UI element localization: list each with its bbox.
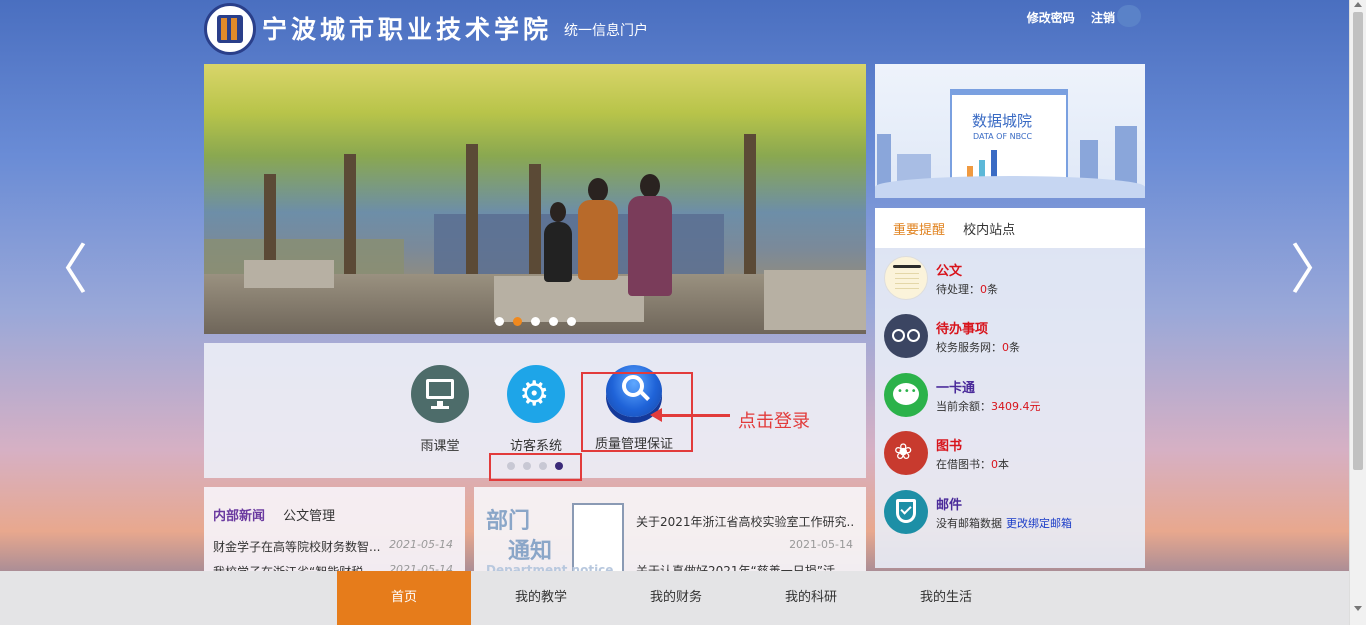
nav-my-teaching[interactable]: 我的教学: [474, 571, 608, 625]
reminder-title: 图书: [936, 439, 963, 454]
reminder-desc: 待处理：0条: [936, 283, 998, 296]
app-label: 雨课堂: [420, 439, 460, 454]
banner-tree: [744, 134, 756, 284]
page-scrollbar[interactable]: [1349, 0, 1366, 625]
department-notice-image[interactable]: 部门 通知 Department notice: [484, 501, 624, 577]
change-email-link[interactable]: 更改绑定邮箱: [1006, 517, 1072, 530]
top-links: 修改密码 注销: [1015, 9, 1115, 26]
pagination-dot[interactable]: [539, 462, 547, 470]
reminder-campus-card[interactable]: 一卡通 当前余额：3409.4元: [884, 373, 1139, 419]
app-rain-classroom[interactable]: 雨课堂: [390, 365, 490, 454]
header: 宁波城市职业技术学院 统一信息门户 修改密码 注销: [204, 0, 1145, 58]
banner-bench: [244, 260, 334, 288]
news-item[interactable]: 财金学子在高等院校财务数智... 2021-05-14: [213, 538, 453, 555]
bottom-nav: 首页 我的教学 我的财务 我的科研 我的生活: [0, 571, 1349, 625]
notice-date: 2021-05-14: [789, 538, 853, 551]
portal-title: 统一信息门户: [564, 23, 648, 39]
pagination-dot[interactable]: [549, 317, 558, 326]
monitor-icon: [411, 365, 469, 423]
banner-pagination: [495, 315, 585, 329]
department-notice-box: 部门 通知 Department notice 关于2021年浙江省高校实验室工…: [474, 487, 866, 577]
data-banner-title: 数据城院: [972, 112, 1033, 130]
reminder-title: 一卡通: [936, 381, 976, 396]
next-arrow-icon[interactable]: 〉: [1290, 240, 1344, 300]
banner-tree: [344, 154, 356, 274]
reminder-title: 邮件: [936, 498, 963, 513]
apps-pagination: [507, 459, 571, 473]
reminder-desc: 校务服务网：0条: [936, 341, 1020, 354]
owl-icon: [884, 314, 928, 358]
user-avatar[interactable]: [1117, 5, 1141, 27]
reminder-title: 公文: [936, 264, 963, 279]
document-icon: [884, 256, 928, 300]
pagination-dot[interactable]: [513, 317, 522, 326]
pagination-dot[interactable]: [531, 317, 540, 326]
notice-image-text: 部门: [486, 509, 531, 534]
reminder-library[interactable]: ❀ 图书 在借图书：0本: [884, 431, 1139, 477]
reminder-documents[interactable]: 公文 待处理：0条: [884, 256, 1139, 302]
nav-my-life[interactable]: 我的生活: [879, 571, 1013, 625]
nav-my-finance[interactable]: 我的财务: [609, 571, 743, 625]
notice-item[interactable]: 关于2021年浙江省高校实验室工作研究...: [636, 513, 854, 530]
tab-campus-sites[interactable]: 校内站点: [963, 223, 1015, 238]
reminder-mail[interactable]: 邮件 没有邮箱数据 更改绑定邮箱: [884, 490, 1139, 536]
banner-person: [628, 196, 672, 296]
library-icon: ❀: [884, 431, 928, 475]
banner-person: [544, 222, 572, 282]
notice-image-text: 通知: [508, 539, 553, 564]
shield-icon: [884, 490, 928, 534]
logout-link[interactable]: 注销: [1091, 11, 1115, 25]
app-label: 访客系统: [509, 439, 562, 454]
banner-bench: [764, 270, 866, 330]
banner-tree: [466, 144, 478, 294]
news-date: 2021-05-14: [389, 538, 453, 551]
pagination-dot[interactable]: [567, 317, 576, 326]
annotation-text: 点击登录: [738, 411, 810, 432]
prev-arrow-icon[interactable]: 〈: [34, 240, 88, 300]
tab-important-reminders[interactable]: 重要提醒: [893, 223, 945, 238]
pagination-dot[interactable]: [507, 462, 515, 470]
reminder-todo[interactable]: 待办事项 校务服务网：0条: [884, 314, 1139, 360]
pagination-dot[interactable]: [523, 462, 531, 470]
pagination-dot[interactable]: [555, 462, 563, 470]
campus-banner[interactable]: [204, 64, 866, 334]
scroll-down-icon[interactable]: [1354, 606, 1362, 611]
data-city-banner[interactable]: 数据城院 DATA OF NBCC: [875, 64, 1145, 198]
quick-apps-panel: 雨课堂 ⚙ 访客系统 质量管理保证 点击登录: [204, 343, 866, 481]
change-password-link[interactable]: 修改密码: [1027, 11, 1075, 25]
annotation-arrow-icon: [650, 408, 730, 422]
banner-person: [588, 178, 608, 202]
pagination-dot[interactable]: [495, 317, 504, 326]
internal-news-box: 内部新闻 公文管理 财金学子在高等院校财务数智... 2021-05-14 我校…: [204, 487, 465, 577]
school-logo[interactable]: [204, 3, 256, 55]
banner-person: [578, 200, 618, 280]
reminder-desc: 当前余额：3409.4元: [936, 400, 1041, 413]
reminder-tabs: 重要提醒 校内站点: [875, 208, 1145, 248]
scroll-up-icon[interactable]: [1354, 2, 1362, 7]
data-banner-subtitle: DATA OF NBCC: [973, 132, 1033, 141]
scrollbar-thumb[interactable]: [1353, 12, 1363, 470]
app-visitor-system[interactable]: ⚙ 访客系统: [486, 365, 586, 454]
nav-my-research[interactable]: 我的科研: [744, 571, 878, 625]
banner-tree: [529, 164, 541, 284]
banner-wave: [875, 176, 1145, 198]
school-name: 宁波城市职业技术学院: [262, 15, 553, 44]
reminder-title: 待办事项: [936, 322, 989, 337]
news-tabs: 内部新闻 公文管理: [213, 505, 349, 524]
reminder-desc: 没有邮箱数据 更改绑定邮箱: [936, 517, 1072, 530]
gear-icon: ⚙: [507, 365, 565, 423]
news-title: 财金学子在高等院校财务数智...: [213, 540, 381, 554]
reminders-panel: 重要提醒 校内站点 公文 待处理：0条 待办事项 校务服务网：0条 一卡通 当前…: [875, 208, 1145, 568]
banner-person: [640, 174, 660, 198]
tab-internal-news[interactable]: 内部新闻: [213, 509, 265, 524]
nav-home[interactable]: 首页: [337, 571, 471, 625]
highlight-box: [581, 372, 693, 452]
chat-icon: [884, 373, 928, 417]
reminder-desc: 在借图书：0本: [936, 458, 1009, 471]
tab-document-management[interactable]: 公文管理: [283, 509, 335, 524]
banner-person: [550, 202, 566, 222]
